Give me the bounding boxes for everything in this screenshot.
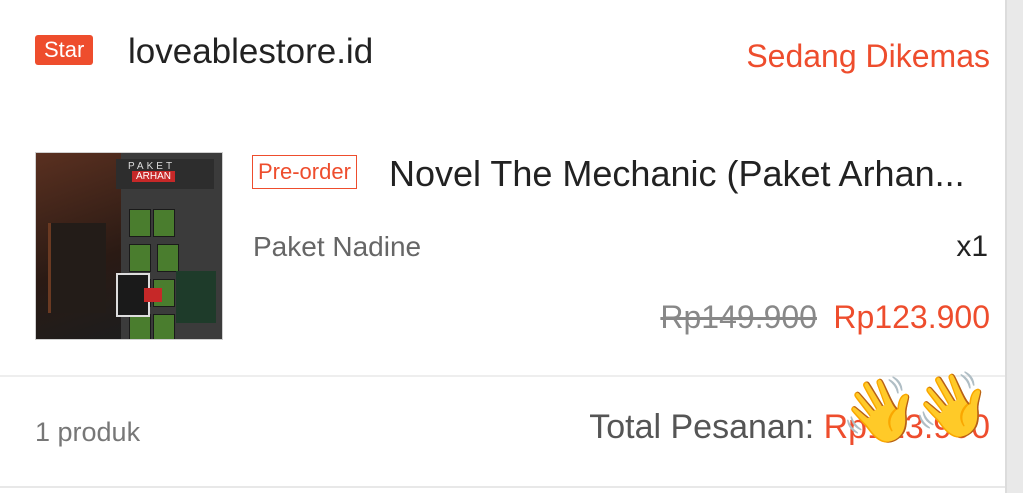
product-image[interactable]: PAKET ARHAN — [35, 152, 223, 340]
right-edge-strip — [1005, 0, 1023, 493]
waving-hand-icon: 👋 — [840, 374, 920, 446]
product-name[interactable]: Novel The Mechanic (Paket Arhan... — [389, 152, 989, 196]
total-label: Total Pesanan: — [589, 408, 824, 446]
merch-tag — [144, 288, 162, 302]
preorder-tag: Pre-order — [252, 155, 357, 189]
order-status: Sedang Dikemas — [746, 38, 990, 74]
product-count: 1 produk — [35, 417, 141, 447]
bottom-divider — [0, 486, 1005, 488]
discounted-price: Rp123.900 — [833, 299, 990, 335]
product-variant: Paket Nadine — [253, 231, 422, 262]
store-name[interactable]: loveablestore.id — [128, 32, 373, 72]
original-price: Rp149.900 — [660, 299, 817, 335]
product-quantity: x1 — [956, 230, 988, 263]
merch-card — [176, 271, 216, 323]
novel-cover — [48, 223, 106, 313]
waving-hand-icon: 👋 — [912, 369, 992, 441]
order-header: Star loveablestore.id Sedang Dikemas — [35, 30, 990, 80]
star-seller-badge: Star — [35, 35, 94, 65]
price-row: Rp149.900 Rp123.900 — [660, 299, 990, 336]
image-title-line2: ARHAN — [132, 171, 176, 182]
